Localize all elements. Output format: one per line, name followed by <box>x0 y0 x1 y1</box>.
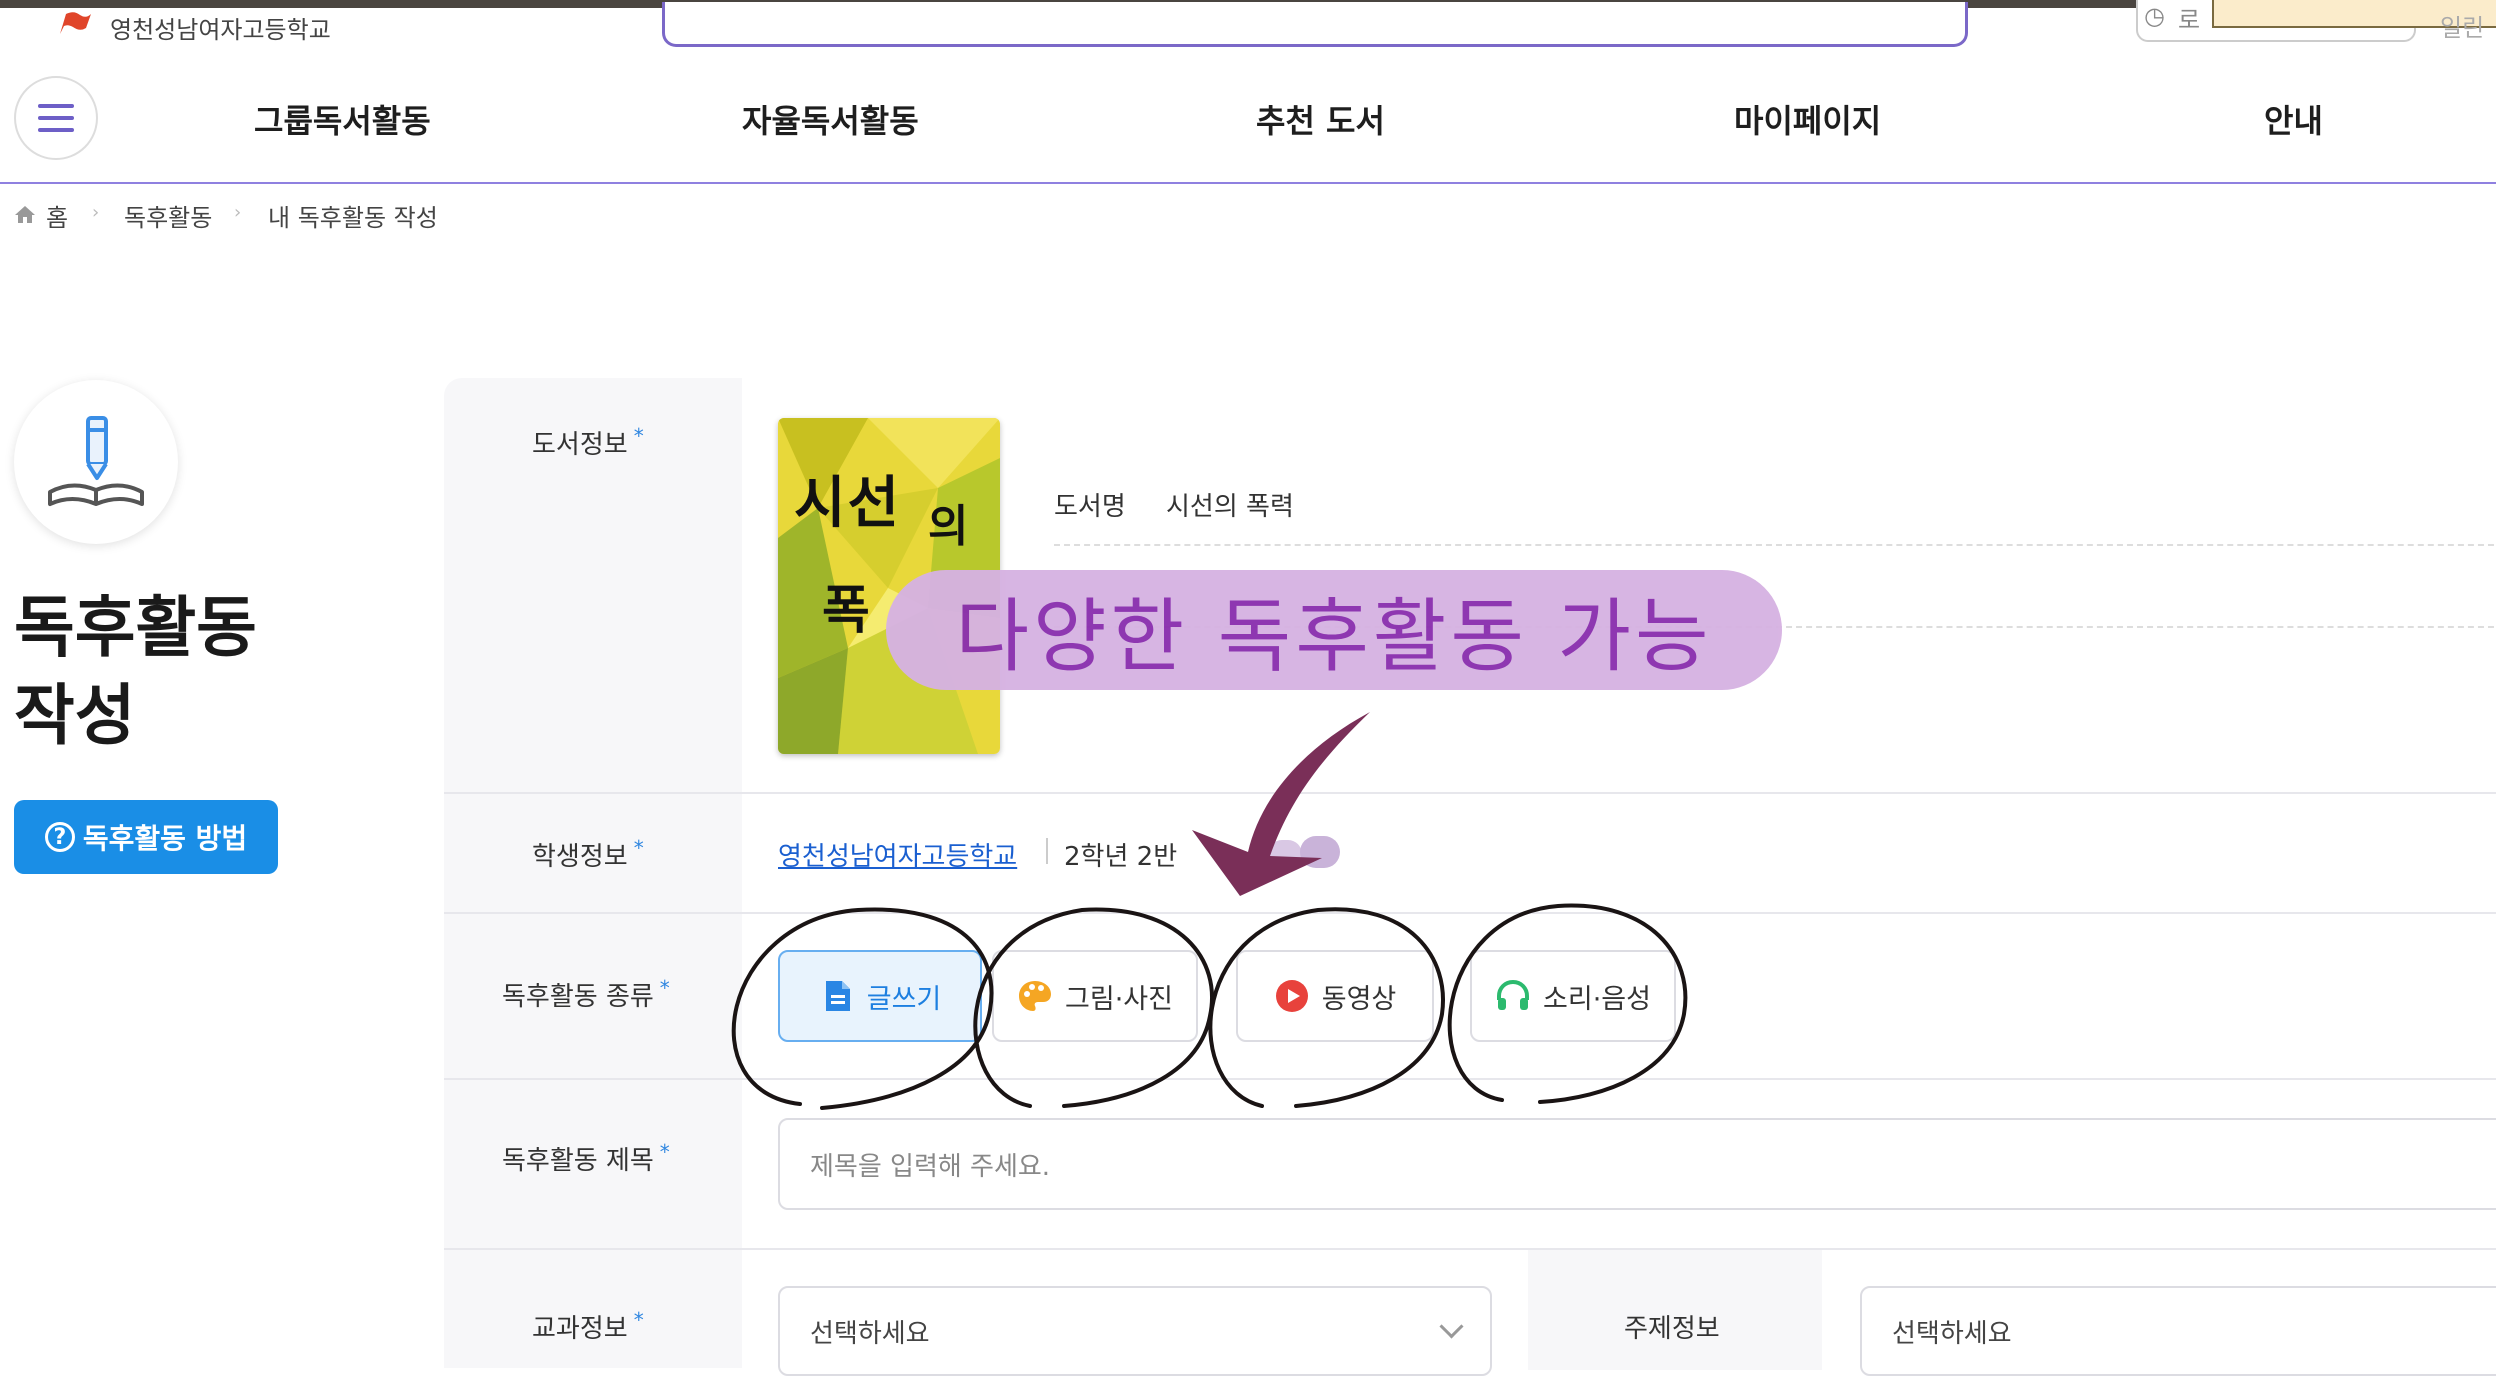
student-grade-class: 2학년 2반 <box>1064 842 1178 872</box>
type-audio-button[interactable]: 소리·음성 <box>1470 950 1676 1042</box>
top-search-box[interactable] <box>662 2 1968 47</box>
subject-select[interactable]: 선택하세요 <box>778 1286 1492 1376</box>
school-name-header[interactable]: 영천성남여자고등학교 <box>110 10 331 45</box>
activity-title-input[interactable]: 제목을 입력해 주세요. <box>778 1118 2496 1210</box>
chevron-down-icon <box>1439 1314 1464 1339</box>
breadcrumb-separator-icon: › <box>92 202 100 223</box>
book-pencil-badge <box>14 380 178 544</box>
row-divider <box>444 1248 2496 1250</box>
book-info-label: 도서정보 * <box>532 424 644 460</box>
activity-type-label: 독후활동 종류 * <box>502 976 670 1012</box>
student-school-link[interactable]: 영천성남여자고등학교 <box>778 836 1017 873</box>
palette-icon <box>1019 981 1052 1011</box>
breadcrumb-level1[interactable]: 독후활동 <box>124 198 212 233</box>
hamburger-menu-button[interactable] <box>14 76 98 160</box>
topic-select[interactable]: 선택하세요 <box>1860 1286 2496 1376</box>
top-login-text: 로 <box>2178 6 2201 34</box>
top-far-text: 일린 <box>2440 14 2485 42</box>
form-label-column <box>444 378 742 1368</box>
dashed-divider <box>1054 544 2496 546</box>
book-name-label: 도서명 <box>1054 492 1126 522</box>
student-info-label: 학생정보 * <box>532 836 644 872</box>
row-divider <box>444 1078 2496 1080</box>
how-to-button[interactable]: ? 독후활동 방법 <box>14 800 278 874</box>
separator <box>1046 838 1048 864</box>
annotation-bubble: 다양한 독후활동 가능 <box>886 570 1782 690</box>
nav-group-reading[interactable]: 그룹독서활동 <box>254 96 431 142</box>
headphones-icon <box>1497 979 1530 1010</box>
home-icon <box>15 206 35 223</box>
nav-recommended-books[interactable]: 추천 도서 <box>1256 96 1385 142</box>
breadcrumb-separator-icon: › <box>234 202 242 223</box>
breadcrumb-home[interactable]: 홈 <box>46 198 68 233</box>
school-logo-icon <box>60 12 91 35</box>
topic-info-label: 주제정보 <box>1624 1314 1720 1344</box>
nav-guide[interactable]: 안내 <box>2264 96 2323 142</box>
book-name-value: 시선의 폭력 <box>1166 492 1294 522</box>
form-panel <box>444 378 2496 1368</box>
book-pencil-icon <box>48 416 144 506</box>
type-video-button[interactable]: 동영상 <box>1236 950 1434 1042</box>
clock-icon: ◷ <box>2144 2 2165 30</box>
row-divider <box>444 792 2496 794</box>
redacted-name-blob <box>1300 836 1340 868</box>
nav-divider <box>0 182 2496 184</box>
type-writing-button[interactable]: 글쓰기 <box>778 950 982 1042</box>
nav-self-reading[interactable]: 자율독서활동 <box>742 96 919 142</box>
document-icon <box>825 981 850 1011</box>
page-title: 독후활동 작성 <box>14 589 257 754</box>
subject-info-label: 교과정보 * <box>532 1308 644 1344</box>
play-icon <box>1275 980 1308 1012</box>
redacted-name-blob <box>1268 840 1302 868</box>
row-divider <box>444 912 2496 914</box>
nav-mypage[interactable]: 마이페이지 <box>1734 96 1881 142</box>
breadcrumb-current: 내 독후활동 작성 <box>268 204 438 232</box>
activity-title-label: 독후활동 제목 * <box>502 1140 670 1176</box>
type-drawing-photo-button[interactable]: 그림·사진 <box>992 950 1198 1042</box>
question-icon: ? <box>44 822 75 852</box>
